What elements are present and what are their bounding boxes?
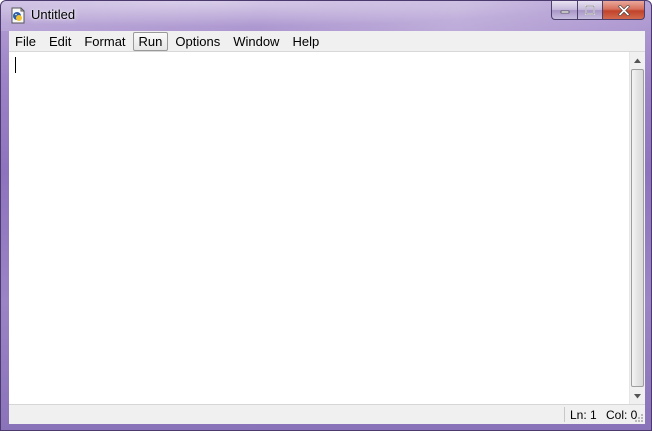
window-title: Untitled (31, 7, 76, 22)
menu-edit[interactable]: Edit (43, 32, 77, 51)
code-editor[interactable] (9, 52, 629, 404)
close-button[interactable] (602, 1, 645, 20)
text-caret (15, 57, 16, 73)
menu-file[interactable]: File (9, 32, 42, 51)
minimize-button[interactable] (551, 1, 577, 20)
status-column-number: Col: 0 (606, 408, 638, 422)
maximize-icon (585, 5, 595, 15)
status-separator (564, 407, 565, 422)
menu-options[interactable]: Options (169, 32, 226, 51)
editor-window: Untitled File Edit Format Run Options Wi… (0, 0, 652, 431)
close-icon (618, 4, 629, 16)
menu-run[interactable]: Run (132, 31, 169, 51)
maximize-button[interactable] (577, 1, 602, 20)
idle-python-icon[interactable] (10, 7, 26, 24)
menu-window[interactable]: Window (227, 32, 285, 51)
arrow-down-icon (634, 393, 641, 398)
scroll-down-button[interactable] (630, 388, 645, 404)
minimize-icon (560, 10, 569, 14)
status-line-number: Ln: 1 (570, 408, 597, 422)
menu-help[interactable]: Help (286, 32, 325, 51)
arrow-up-icon (634, 58, 641, 63)
caption-buttons (551, 1, 645, 21)
vertical-scrollbar[interactable] (629, 52, 645, 404)
menu-format[interactable]: Format (78, 32, 131, 51)
title-bar[interactable]: Untitled (1, 1, 651, 31)
scroll-up-button[interactable] (630, 52, 645, 68)
menu-bar: File Edit Format Run Options Window Help (9, 31, 645, 52)
resize-grip-icon[interactable] (634, 413, 644, 423)
scroll-thumb[interactable] (631, 69, 644, 387)
status-bar: Ln: 1 Col: 0 (9, 404, 645, 424)
